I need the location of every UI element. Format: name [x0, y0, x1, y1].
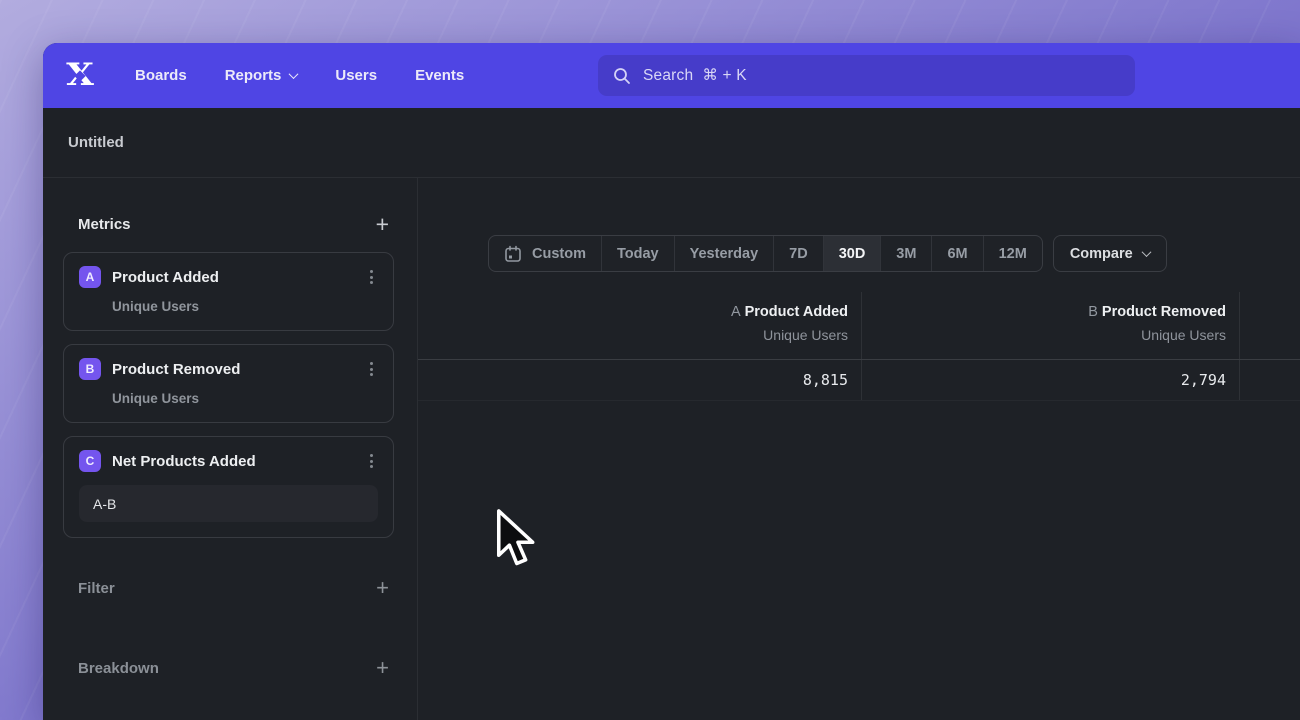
metric-badge: C [79, 450, 101, 472]
metric-card-b[interactable]: B Product Removed Unique Users [63, 344, 394, 423]
value-stub [1240, 360, 1300, 400]
metrics-header: Metrics + [78, 210, 389, 238]
metric-measure[interactable]: Unique Users [112, 299, 378, 314]
chevron-down-icon [289, 69, 299, 79]
metric-measure: Unique Users [875, 325, 1226, 346]
add-metric-button plus-icon[interactable]: + [376, 214, 389, 234]
app-window: X Boards Reports Users Events [43, 43, 1300, 720]
calendar-icon [504, 245, 522, 263]
top-navbar: X Boards Reports Users Events [43, 43, 1300, 108]
add-filter-button plus-icon[interactable]: + [376, 578, 389, 598]
kebab-menu-icon[interactable] [365, 451, 378, 471]
date-range-selector: Custom Today Yesterday 7D 30D 3M 6M 12M [488, 235, 1043, 272]
metric-cards: A Product Added Unique Users B Product R… [63, 252, 394, 538]
kebab-menu-icon[interactable] [365, 267, 378, 287]
results-table: AProduct Added Unique Users BProduct Rem… [418, 292, 1300, 401]
metrics-label: Metrics [78, 216, 131, 233]
nav-menu: Boards Reports Users Events [135, 67, 464, 84]
column-header-a[interactable]: AProduct Added Unique Users [418, 292, 862, 359]
content-area: Metrics + A Product Added Unique Users B… [43, 178, 1300, 720]
metric-card-a[interactable]: A Product Added Unique Users [63, 252, 394, 331]
date-toolbar: Custom Today Yesterday 7D 30D 3M 6M 12M … [488, 235, 1167, 272]
nav-item-events[interactable]: Events [415, 67, 464, 84]
metric-badge: A [79, 266, 101, 288]
metric-card-c[interactable]: C Net Products Added A-B [63, 436, 394, 538]
column-header-stub [1240, 292, 1300, 359]
breakdown-label: Breakdown [78, 660, 159, 677]
nav-item-reports[interactable]: Reports [225, 67, 298, 84]
formula-input[interactable]: A-B [79, 485, 378, 522]
metric-name: Product Added [112, 269, 354, 286]
report-titlebar: Untitled [43, 108, 1300, 178]
metric-measure[interactable]: Unique Users [112, 391, 378, 406]
date-range-12m[interactable]: 12M [983, 236, 1042, 271]
metric-letter: B [1088, 304, 1098, 320]
date-range-6m[interactable]: 6M [931, 236, 982, 271]
date-range-7d[interactable]: 7D [773, 236, 823, 271]
search-input[interactable]: Search ⌘ + K [598, 55, 1135, 96]
date-range-today[interactable]: Today [601, 236, 674, 271]
breakdown-section: Breakdown + [78, 654, 389, 682]
metric-letter: A [731, 304, 741, 320]
value-product-added[interactable]: 8,815 [418, 360, 862, 400]
date-range-yesterday[interactable]: Yesterday [674, 236, 774, 271]
search-icon [613, 67, 631, 85]
date-range-3m[interactable]: 3M [880, 236, 931, 271]
date-range-custom[interactable]: Custom [489, 236, 601, 271]
metric-name: Product Added [745, 304, 848, 320]
report-title[interactable]: Untitled [68, 134, 124, 151]
kebab-menu-icon[interactable] [365, 359, 378, 379]
nav-item-label: Events [415, 67, 464, 84]
search-placeholder: Search ⌘ + K [643, 66, 747, 85]
metric-badge: B [79, 358, 101, 380]
filter-label: Filter [78, 580, 115, 597]
date-range-30d-selected[interactable]: 30D [823, 236, 881, 271]
add-breakdown-button plus-icon[interactable]: + [376, 658, 389, 678]
nav-item-users[interactable]: Users [335, 67, 377, 84]
table-value-row: 8,815 2,794 [418, 360, 1300, 401]
column-header-b[interactable]: BProduct Removed Unique Users [862, 292, 1240, 359]
results-panel: Custom Today Yesterday 7D 30D 3M 6M 12M … [418, 178, 1300, 720]
mixpanel-logo-icon[interactable]: X [62, 58, 98, 94]
chevron-down-icon [1141, 247, 1151, 257]
metric-name: Product Removed [1102, 304, 1226, 320]
metric-name: Product Removed [112, 361, 354, 378]
query-builder-sidebar: Metrics + A Product Added Unique Users B… [43, 178, 418, 720]
filter-section: Filter + [78, 574, 389, 602]
compare-button[interactable]: Compare [1053, 235, 1167, 272]
metric-measure: Unique Users [431, 325, 848, 346]
nav-item-label: Users [335, 67, 377, 84]
nav-item-label: Boards [135, 67, 187, 84]
nav-item-label: Reports [225, 67, 282, 84]
value-product-removed[interactable]: 2,794 [862, 360, 1240, 400]
table-header-row: AProduct Added Unique Users BProduct Rem… [418, 292, 1300, 360]
nav-item-boards[interactable]: Boards [135, 67, 187, 84]
metric-name: Net Products Added [112, 453, 354, 470]
